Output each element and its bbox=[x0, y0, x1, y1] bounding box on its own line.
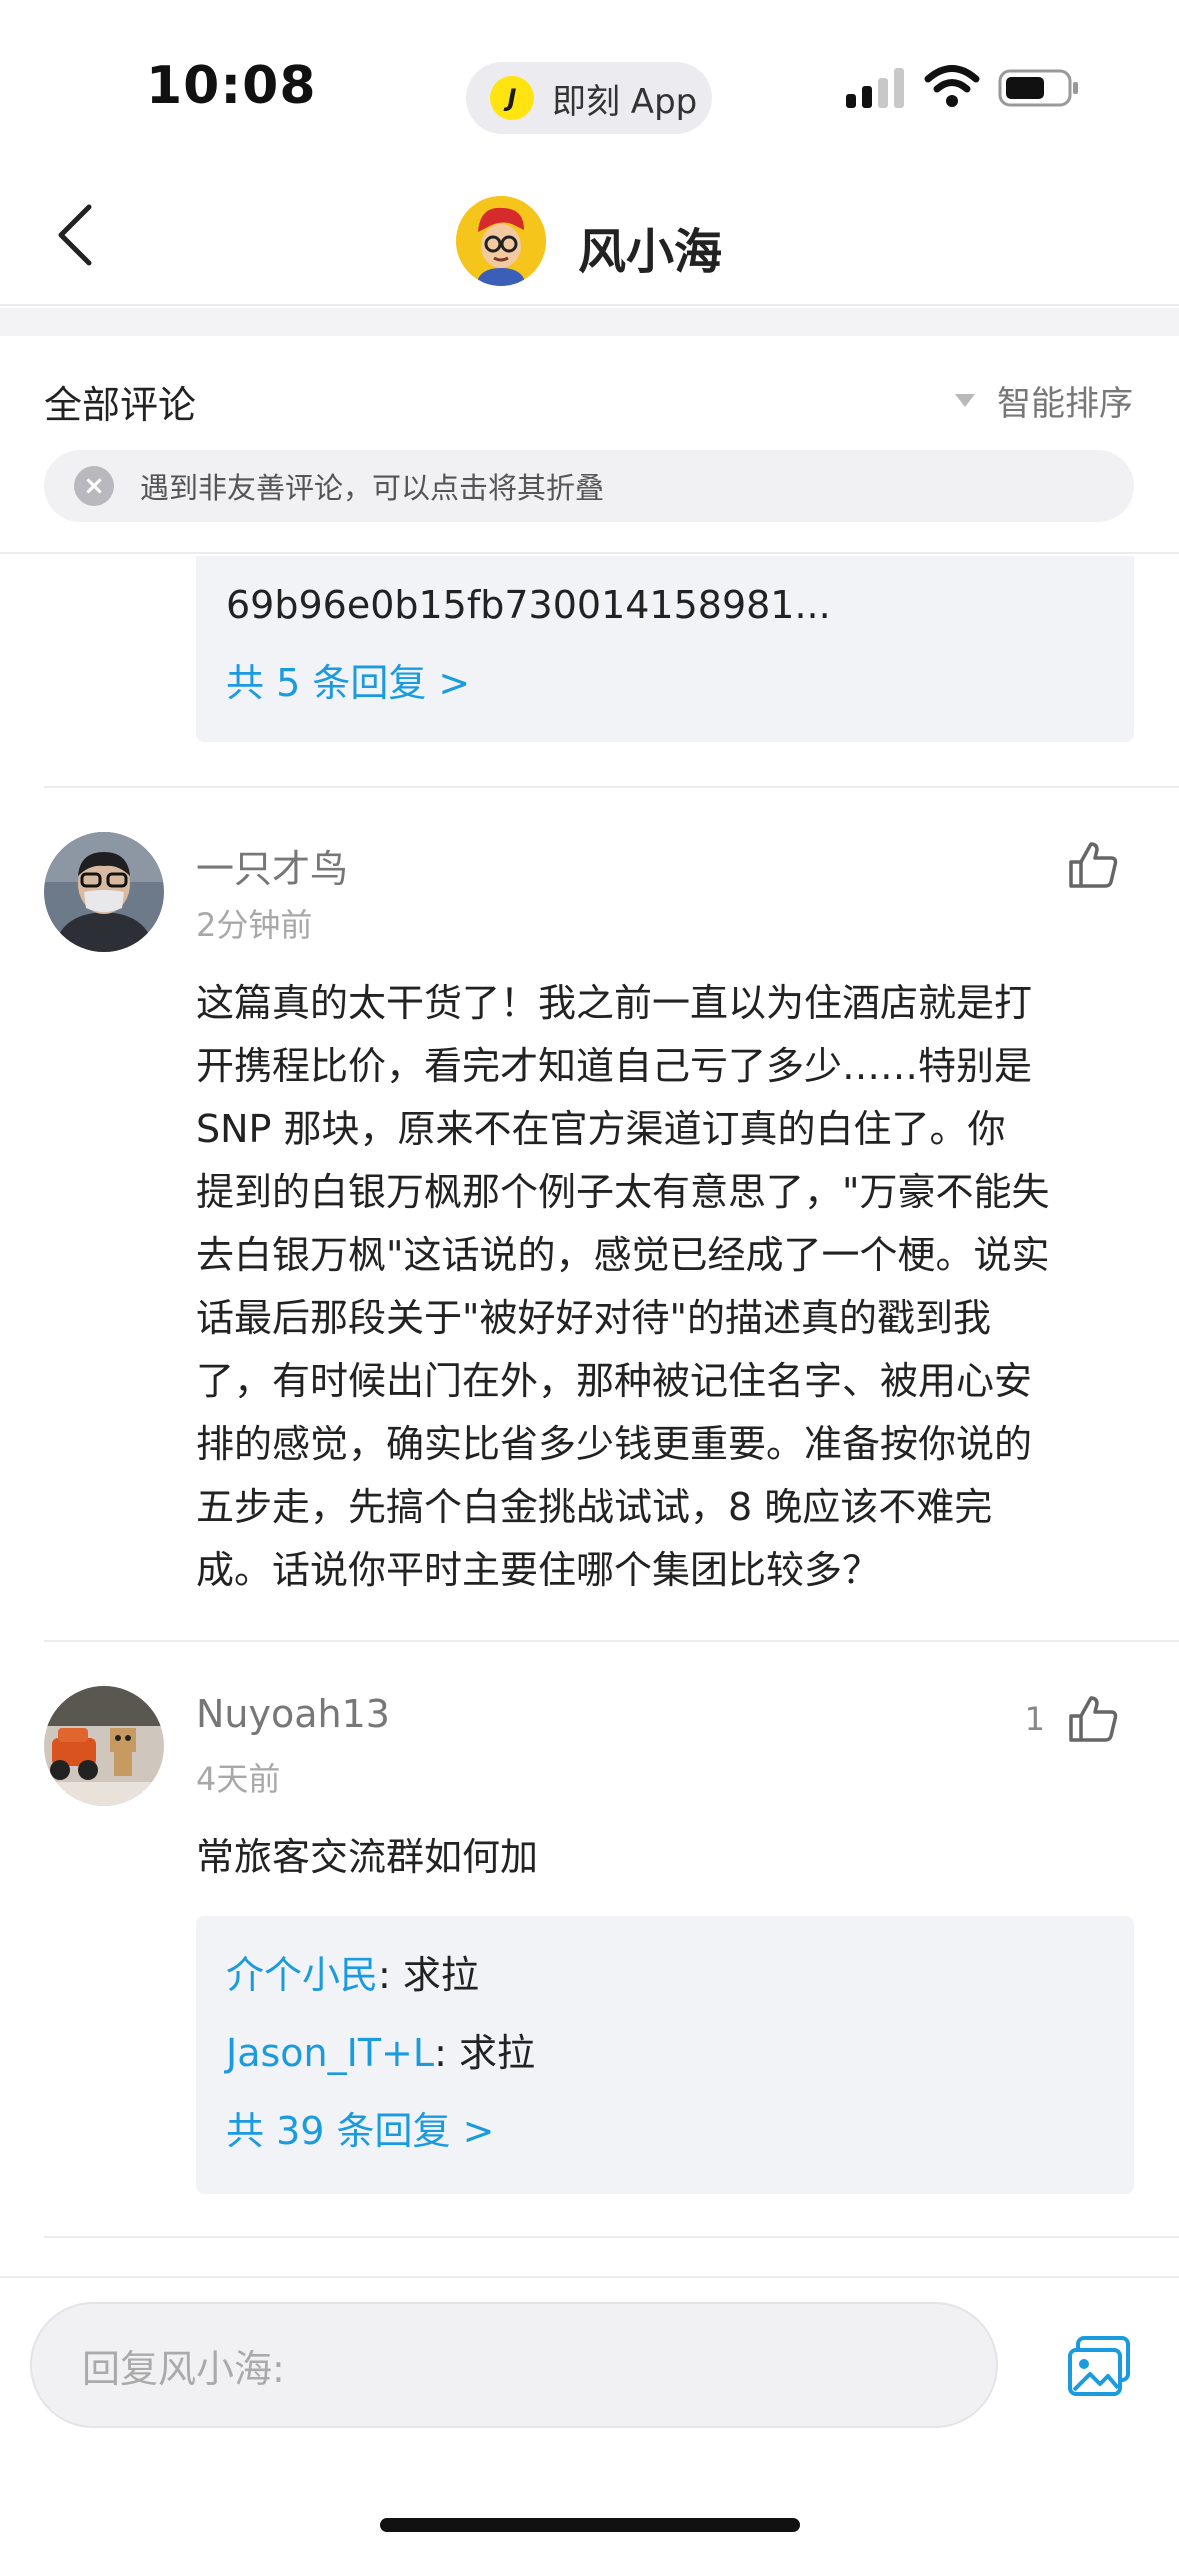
comment-line: 五步走，先搞个白金挑战试试，8 晚应该不难完 bbox=[196, 1485, 993, 1529]
reply-text: : 求拉 bbox=[378, 1953, 479, 1997]
comment-line: SNP 那块，原来不在官方渠道订真的白住了。你 bbox=[196, 1107, 1006, 1151]
reply-text: : 求拉 bbox=[434, 2031, 535, 2075]
author-avatar[interactable] bbox=[456, 196, 546, 286]
thumbs-up-icon bbox=[1069, 1696, 1118, 1742]
comment-username[interactable]: 一只才鸟 bbox=[196, 838, 348, 893]
jike-logo-icon: J bbox=[490, 76, 534, 120]
comment-text: 这篇真的太干货了！我之前一直以为住酒店就是打 开携程比价，看完才知道自己亏了多少… bbox=[196, 972, 1136, 1602]
comment-list[interactable]: 69b96e0b15fb730014158981... 共 5 条回复 > 一只… bbox=[0, 556, 1179, 2276]
comment-time: 2分钟前 bbox=[196, 906, 313, 944]
reply-preview-box[interactable]: 介个小民: 求拉 Jason_IT+L: 求拉 共 39 条回复 > bbox=[196, 1916, 1134, 2194]
like-count: 1 bbox=[1024, 1700, 1045, 1738]
reply-preview-box[interactable]: 69b96e0b15fb730014158981... 共 5 条回复 > bbox=[196, 556, 1134, 742]
comment-line: 排的感觉，确实比省多少钱更重要。准备按你说的 bbox=[196, 1422, 1033, 1466]
comment-line: 去白银万枫"这话说的，感觉已经成了一个梗。说实 bbox=[196, 1233, 1050, 1277]
reply-entry: Jason_IT+L: 求拉 bbox=[196, 2014, 535, 2092]
comment-username[interactable]: Nuyoah13 bbox=[196, 1692, 390, 1736]
home-indicator bbox=[380, 2518, 800, 2532]
page-title: 风小海 bbox=[578, 224, 723, 280]
sort-dropdown[interactable]: 智能排序 bbox=[955, 376, 1133, 425]
like-button[interactable] bbox=[1067, 840, 1119, 890]
close-circle-icon[interactable]: × bbox=[74, 466, 114, 506]
toy-photo-icon bbox=[44, 1686, 164, 1806]
back-button[interactable] bbox=[40, 200, 110, 270]
comment-divider bbox=[44, 1640, 1179, 1642]
reply-entry: 介个小民: 求拉 bbox=[196, 1936, 479, 2014]
cartoon-avatar-icon bbox=[456, 196, 546, 286]
user-avatar[interactable] bbox=[44, 1686, 164, 1806]
status-time: 10:08 bbox=[146, 56, 317, 116]
thumbs-up-icon bbox=[1069, 842, 1118, 888]
sort-label: 智能排序 bbox=[997, 384, 1133, 424]
view-replies-link[interactable]: 共 39 条回复 > bbox=[196, 2092, 494, 2170]
reply-input[interactable]: 回复风小海: bbox=[30, 2302, 998, 2428]
reply-username[interactable]: Jason_IT+L bbox=[226, 2031, 434, 2075]
comment-divider bbox=[44, 786, 1179, 788]
comments-header: 全部评论 智能排序 × 遇到非友善评论，可以点击将其折叠 bbox=[0, 336, 1179, 554]
section-gap bbox=[0, 308, 1179, 336]
app-return-pill[interactable]: J 即刻 App bbox=[466, 62, 712, 134]
comment-line: 提到的白银万枫那个例子太有意思了，"万豪不能失 bbox=[196, 1170, 1050, 1214]
comment-line: 这篇真的太干货了！我之前一直以为住酒店就是打 bbox=[196, 981, 1033, 1025]
like-button[interactable]: 1 bbox=[1025, 1694, 1119, 1744]
user-photo-icon bbox=[44, 832, 164, 952]
unfriendly-notice-banner[interactable]: × 遇到非友善评论，可以点击将其折叠 bbox=[44, 450, 1134, 522]
wifi-icon bbox=[924, 65, 980, 107]
image-picker-icon[interactable] bbox=[1066, 2334, 1132, 2398]
cellular-signal-icon bbox=[846, 68, 904, 108]
comment-line: 常旅客交流群如何加 bbox=[196, 1835, 539, 1879]
caret-down-icon bbox=[955, 394, 975, 407]
notice-text: 遇到非友善评论，可以点击将其折叠 bbox=[140, 471, 605, 505]
reply-username[interactable]: 介个小民 bbox=[226, 1953, 378, 1997]
app-return-label: 即刻 App bbox=[552, 81, 698, 122]
reply-bar: 回复风小海: bbox=[0, 2276, 1179, 2556]
comment-line: 成。话说你平时主要住哪个集团比较多？ bbox=[196, 1548, 881, 1592]
comment-line: 话最后那段关于"被好好对待"的描述真的戳到我 bbox=[196, 1296, 991, 1340]
user-avatar[interactable] bbox=[44, 832, 164, 952]
chevron-left-icon bbox=[58, 204, 92, 266]
comment-time: 4天前 bbox=[196, 1760, 281, 1798]
comment-divider bbox=[44, 2236, 1179, 2238]
comment-text: 常旅客交流群如何加 bbox=[196, 1826, 1136, 1889]
view-replies-link[interactable]: 共 5 条回复 > bbox=[196, 644, 470, 722]
status-bar: 10:08 J 即刻 App bbox=[0, 0, 1179, 160]
reply-text: 69b96e0b15fb730014158981... bbox=[226, 583, 831, 627]
all-comments-label: 全部评论 bbox=[44, 383, 197, 427]
comment-line: 开携程比价，看完才知道自己亏了多少……特别是 bbox=[196, 1044, 1033, 1088]
nav-bar: 风小海 bbox=[0, 160, 1179, 306]
battery-icon bbox=[998, 69, 1078, 107]
comment-line: 了，有时候出门在外，那种被记住名字、被用心安 bbox=[196, 1359, 1033, 1403]
